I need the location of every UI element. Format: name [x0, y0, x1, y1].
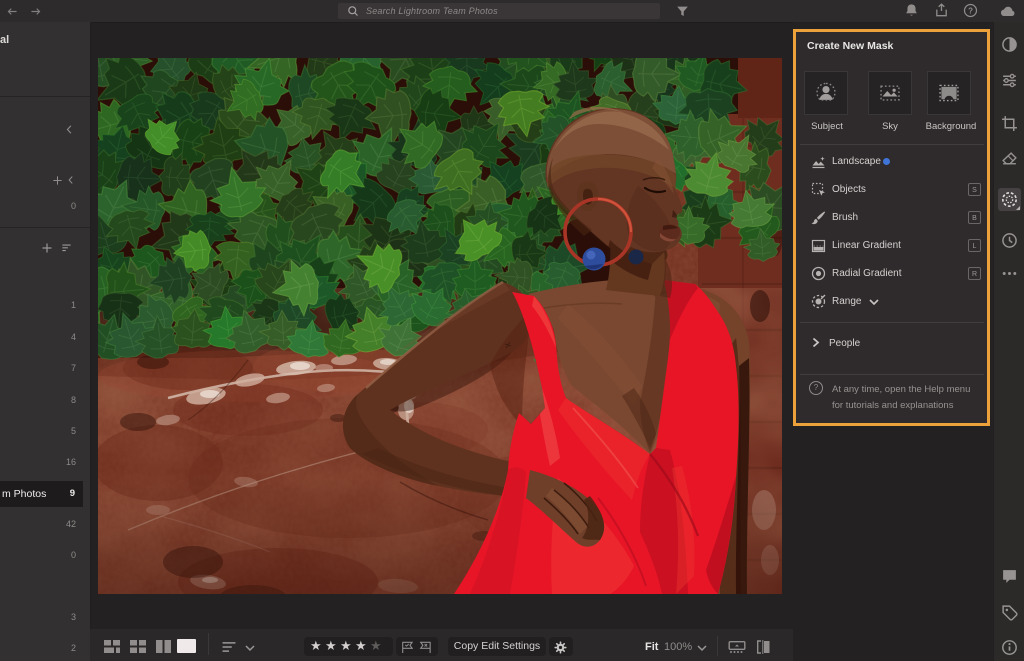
- svg-text:?: ?: [968, 6, 973, 15]
